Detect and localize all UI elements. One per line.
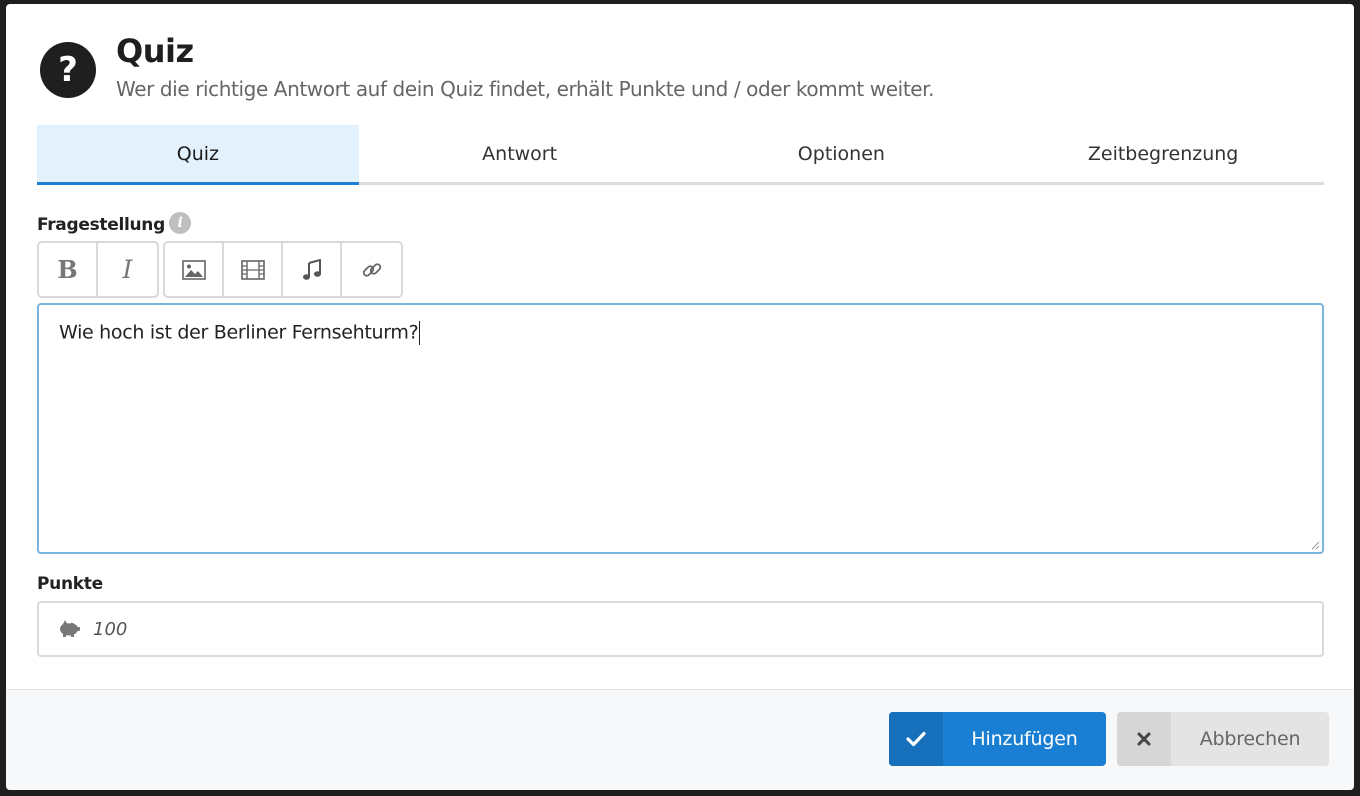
- italic-button[interactable]: I: [98, 243, 157, 296]
- cancel-button[interactable]: Abbrechen: [1117, 712, 1329, 766]
- resize-grip-icon[interactable]: [1310, 540, 1320, 550]
- question-label: Fragestellung: [37, 215, 165, 235]
- close-icon: [1117, 712, 1171, 766]
- info-icon[interactable]: i: [168, 212, 191, 234]
- question-circle-icon: ?: [40, 42, 96, 98]
- question-text: Wie hoch ist der Berliner Fernsehturm?: [59, 321, 419, 344]
- cancel-button-label: Abbrechen: [1199, 728, 1301, 750]
- add-button-label: Hinzufügen: [971, 728, 1078, 750]
- bold-button[interactable]: B: [39, 243, 98, 296]
- tab-zeitbegrenzung[interactable]: Zeitbegrenzung: [1002, 125, 1324, 182]
- piggy-bank-icon: [60, 620, 80, 637]
- music-note-icon: [302, 258, 321, 280]
- image-button[interactable]: [165, 243, 224, 296]
- text-caret: [419, 321, 421, 345]
- points-input-placeholder: 100: [93, 618, 128, 640]
- tab-bar: Quiz Antwort Optionen Zeitbegrenzung: [37, 125, 1324, 185]
- link-icon: [362, 262, 381, 277]
- media-button-group: [163, 241, 403, 298]
- add-button[interactable]: Hinzufügen: [889, 712, 1106, 766]
- dialog-header: ? Quiz Wer die richtige Antwort auf dein…: [6, 4, 1354, 124]
- film-icon: [240, 259, 265, 280]
- tab-quiz[interactable]: Quiz: [37, 125, 359, 185]
- check-icon: [889, 712, 943, 766]
- image-icon: [181, 259, 206, 280]
- editor-toolbar: B I: [37, 241, 407, 298]
- question-label-row: Fragestellung i: [37, 212, 191, 236]
- question-text-editor[interactable]: Wie hoch ist der Berliner Fernsehturm?: [37, 303, 1324, 554]
- quiz-dialog: ? Quiz Wer die richtige Antwort auf dein…: [6, 4, 1354, 790]
- tab-optionen[interactable]: Optionen: [681, 125, 1003, 182]
- dialog-footer: Hinzufügen Abbrechen: [6, 689, 1354, 790]
- points-field[interactable]: 100: [37, 601, 1324, 657]
- link-button[interactable]: [342, 243, 401, 296]
- format-button-group: B I: [37, 241, 159, 298]
- tab-antwort[interactable]: Antwort: [359, 125, 681, 182]
- dialog-subtitle: Wer die richtige Antwort auf dein Quiz f…: [116, 77, 935, 101]
- dialog-title: Quiz: [116, 32, 194, 70]
- audio-button[interactable]: [283, 243, 342, 296]
- points-label: Punkte: [37, 574, 103, 594]
- video-button[interactable]: [224, 243, 283, 296]
